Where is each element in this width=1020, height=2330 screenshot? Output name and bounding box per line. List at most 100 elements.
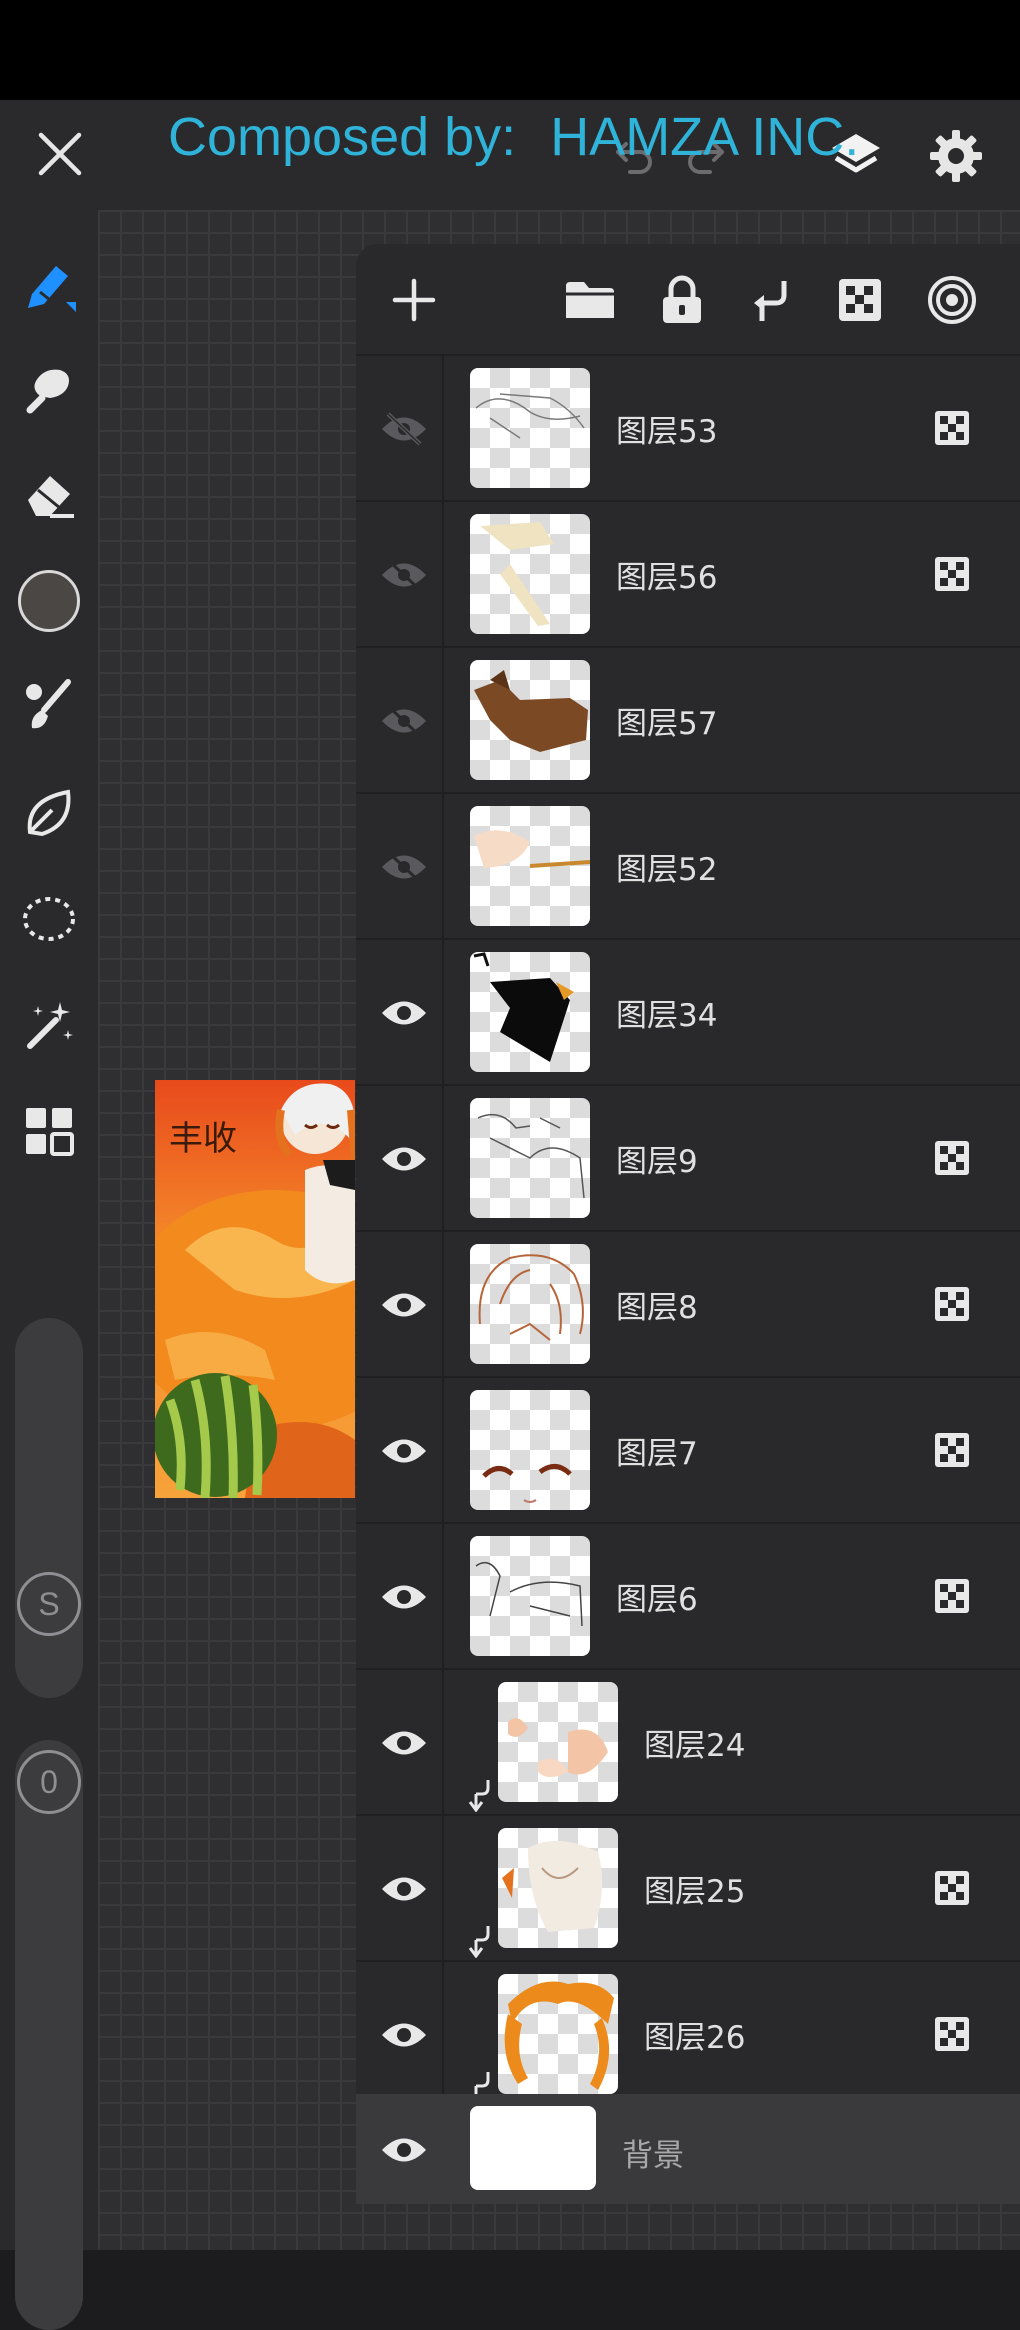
lasso-tool[interactable] [14, 884, 84, 954]
layer-name: 图层24 [644, 1728, 746, 1764]
lock-icon [663, 275, 701, 323]
layers-toolbar [356, 244, 1020, 354]
blend-mode-icon[interactable] [934, 1286, 970, 1322]
layer-row[interactable]: 图层52 [356, 792, 1020, 940]
visibility-toggle[interactable] [372, 1134, 436, 1184]
blend-mode-icon[interactable] [934, 1432, 970, 1468]
blend-mode-icon[interactable] [934, 2016, 970, 2052]
eye-off-icon [382, 412, 426, 446]
eraser-tool[interactable] [14, 458, 84, 528]
layer-row[interactable]: 图层56 [356, 500, 1020, 648]
checker-icon [935, 1141, 969, 1175]
add-group-button[interactable] [560, 270, 620, 330]
eye-icon [382, 1585, 426, 1609]
layer-row[interactable]: 图层53 [356, 354, 1020, 502]
visibility-toggle[interactable] [372, 404, 436, 454]
shape-tool[interactable] [14, 778, 84, 848]
target-icon [928, 276, 976, 324]
layer-row[interactable]: 图层24 [356, 1668, 1020, 1816]
layer-thumbnail [498, 1828, 618, 1948]
eye-icon [382, 2023, 426, 2047]
layer-row[interactable]: 图层6 [356, 1522, 1020, 1670]
close-icon [38, 132, 82, 176]
brush-size-label: S [17, 1572, 81, 1636]
layer-thumbnail [470, 1244, 590, 1364]
layer-row[interactable]: 图层9 [356, 1084, 1020, 1232]
more-tools[interactable] [14, 1096, 84, 1166]
current-color-swatch [18, 570, 80, 632]
brush-opacity-slider[interactable] [15, 1740, 83, 2330]
layer-thumbnail [470, 368, 590, 488]
eye-icon [382, 1877, 426, 1901]
visibility-toggle[interactable] [372, 550, 436, 600]
background-layer-row[interactable]: 背景 [356, 2094, 1020, 2204]
paint-brush-icon [26, 679, 71, 729]
background-layer-name: 背景 [622, 2138, 684, 2174]
checker-icon [935, 557, 969, 591]
reference-layer-button[interactable] [922, 270, 982, 330]
eye-icon [382, 1147, 426, 1171]
layer-row[interactable]: 图层57 [356, 646, 1020, 794]
lock-layer-button[interactable] [652, 270, 712, 330]
eye-off-icon [382, 704, 426, 738]
visibility-toggle[interactable] [372, 1864, 436, 1914]
checker-icon [935, 411, 969, 445]
add-layer-button[interactable] [384, 270, 444, 330]
blend-mode-icon[interactable] [934, 556, 970, 592]
visibility-toggle[interactable] [372, 1718, 436, 1768]
eraser-icon [28, 476, 74, 518]
layer-name: 图层6 [616, 1582, 698, 1618]
eye-icon [382, 1439, 426, 1463]
visibility-toggle[interactable] [372, 2010, 436, 2060]
blend-mode-icon[interactable] [934, 410, 970, 446]
layer-thumbnail [470, 1536, 590, 1656]
brush-tool[interactable] [14, 248, 84, 318]
eye-off-icon [382, 558, 426, 592]
watermark: Composed by: HAMZA INC. [168, 106, 859, 168]
checker-icon [935, 1579, 969, 1613]
blend-mode-icon[interactable] [934, 1140, 970, 1176]
color-picker[interactable] [14, 566, 84, 636]
visibility-toggle[interactable] [372, 2125, 436, 2175]
layer-row[interactable]: 图层25 [356, 1814, 1020, 1962]
blend-mode-icon[interactable] [934, 1870, 970, 1906]
layer-name: 图层26 [644, 2020, 746, 2056]
clip-arrow-icon [754, 281, 787, 321]
settings-button[interactable] [922, 122, 990, 190]
close-button[interactable] [28, 122, 92, 186]
layer-thumbnail [498, 1682, 618, 1802]
layers-panel: 图层53 图层56 图层57 图层52 图层34 图层9 图层8 图层7 图层6… [356, 244, 1020, 2204]
brush-size-slider[interactable] [15, 1318, 83, 1698]
visibility-toggle[interactable] [372, 1280, 436, 1330]
layer-row[interactable]: 图层34 [356, 938, 1020, 1086]
tool-sidebar: S 0 [0, 210, 98, 2330]
layer-row[interactable]: 图层26 [356, 1960, 1020, 2108]
magic-wand-tool[interactable] [14, 990, 84, 1060]
paint-tool[interactable] [14, 670, 84, 740]
visibility-toggle[interactable] [372, 988, 436, 1038]
brush-opacity-label: 0 [17, 1750, 81, 1814]
smudge-tool[interactable] [14, 352, 84, 422]
blend-mode-icon[interactable] [934, 1578, 970, 1614]
magic-wand-icon [27, 1002, 73, 1049]
visibility-toggle[interactable] [372, 696, 436, 746]
layer-thumbnail [470, 806, 590, 926]
alpha-lock-button[interactable] [830, 270, 890, 330]
visibility-toggle[interactable] [372, 1572, 436, 1622]
layer-thumbnail [470, 514, 590, 634]
layer-name: 图层34 [616, 998, 718, 1034]
layer-name: 图层53 [616, 414, 718, 450]
clip-mask-button[interactable] [742, 270, 802, 330]
eye-off-icon [382, 850, 426, 884]
layer-thumbnail [470, 660, 590, 780]
layer-row[interactable]: 图层7 [356, 1376, 1020, 1524]
artwork-visible-portion: 丰收 [155, 1080, 355, 1498]
pen-icon [28, 266, 76, 312]
checker-icon [839, 279, 881, 321]
gear-icon [930, 130, 982, 182]
layer-row[interactable]: 图层8 [356, 1230, 1020, 1378]
visibility-toggle[interactable] [372, 842, 436, 892]
visibility-toggle[interactable] [372, 1426, 436, 1476]
checker-icon [935, 2017, 969, 2051]
artwork-text: 丰收 [169, 1119, 237, 1159]
